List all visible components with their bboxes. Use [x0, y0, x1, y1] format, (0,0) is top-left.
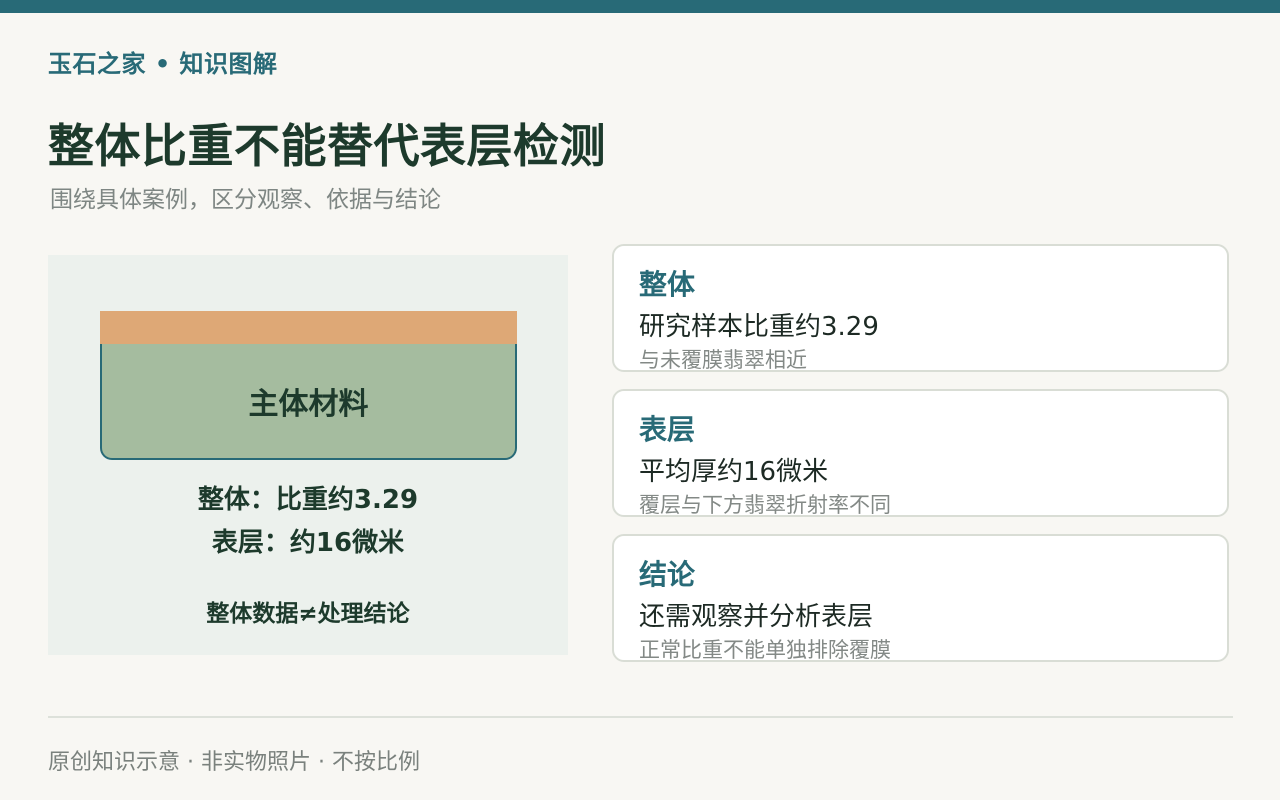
info-card-conclusion: 结论 还需观察并分析表层 正常比重不能单独排除覆膜 — [612, 534, 1229, 662]
page-title: 整体比重不能替代表层检测 — [48, 119, 606, 173]
brand-label: 玉石之家 • 知识图解 — [48, 50, 278, 78]
card-title: 整体 — [639, 268, 696, 301]
card-main-text: 还需观察并分析表层 — [639, 602, 874, 632]
card-main-text: 研究样本比重约3.29 — [639, 312, 879, 342]
body-material-label: 主体材料 — [248, 387, 369, 422]
layer-stack: 主体材料 — [100, 311, 517, 460]
top-accent-bar — [0, 0, 1280, 13]
page-subtitle: 围绕具体案例，区分观察、依据与结论 — [50, 187, 441, 213]
surface-thickness-line: 表层：约16微米 — [211, 528, 405, 558]
info-card-surface: 表层 平均厚约16微米 覆层与下方翡翠折射率不同 — [612, 389, 1229, 517]
card-title: 结论 — [639, 558, 696, 591]
body-material-layer: 主体材料 — [100, 344, 517, 460]
info-card-overall: 整体 研究样本比重约3.29 与未覆膜翡翠相近 — [612, 244, 1229, 372]
card-note: 正常比重不能单独排除覆膜 — [639, 638, 891, 662]
footer-divider — [48, 716, 1233, 718]
overall-density-line: 整体：比重约3.29 — [197, 485, 419, 515]
card-note: 与未覆膜翡翠相近 — [639, 348, 807, 372]
conclusion-line: 整体数据≠处理结论 — [206, 601, 410, 627]
card-note: 覆层与下方翡翠折射率不同 — [639, 493, 891, 517]
surface-coating-layer — [100, 311, 517, 344]
card-main-text: 平均厚约16微米 — [639, 457, 829, 487]
layer-diagram-panel: 主体材料 整体：比重约3.29 表层：约16微米 整体数据≠处理结论 — [48, 255, 568, 655]
card-title: 表层 — [639, 413, 696, 446]
footer-note: 原创知识示意 · 非实物照片 · 不按比例 — [48, 750, 420, 775]
